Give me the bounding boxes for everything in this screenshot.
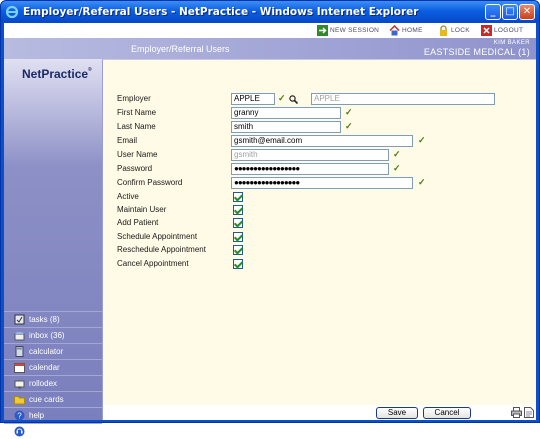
home-icon bbox=[389, 25, 400, 36]
sidebar-item-cue-cards[interactable]: cue cards bbox=[4, 391, 102, 407]
confirm-password-valid-icon: ✓ bbox=[418, 177, 426, 187]
page-title: Employer/Referral Users bbox=[131, 44, 230, 54]
logout-icon bbox=[481, 25, 492, 36]
sidebar-item-label: support bbox=[29, 427, 56, 436]
username-label: User Name bbox=[117, 150, 158, 159]
sidebar-item-label: calculator bbox=[29, 347, 64, 356]
employer-valid-icon: ✓ bbox=[278, 93, 286, 103]
first-name-valid-icon: ✓ bbox=[345, 107, 353, 117]
cancel-button[interactable]: Cancel bbox=[423, 407, 471, 419]
sidebar-item-label: cue cards bbox=[29, 395, 64, 404]
sidebar: NetPractice® tasks (8) inbox (36) calcul… bbox=[4, 59, 102, 437]
sidebar-item-support[interactable]: support bbox=[4, 423, 102, 439]
organization-name: EASTSIDE MEDICAL (1) bbox=[423, 47, 530, 57]
password-field[interactable]: ●●●●●●●●●●●●●●●●● bbox=[231, 163, 389, 175]
close-button[interactable]: ✕ bbox=[519, 4, 535, 20]
employer-code-field[interactable]: APPLE bbox=[231, 93, 275, 105]
home-link[interactable]: HOME bbox=[389, 24, 423, 37]
lock-icon bbox=[440, 25, 447, 36]
minimize-button[interactable]: _ bbox=[485, 4, 501, 20]
logout-label: LOGOUT bbox=[494, 27, 524, 34]
rolodex-icon bbox=[14, 380, 25, 389]
page-content: NEW SESSION HOME LOCK LOGOUT Employer/Re… bbox=[4, 23, 536, 437]
lock-label: LOCK bbox=[451, 27, 470, 34]
form-footer: Save Cancel bbox=[102, 405, 536, 420]
browser-window: Employer/Referral Users - NetPractice - … bbox=[0, 0, 540, 437]
search-icon[interactable] bbox=[289, 95, 298, 104]
password-label: Password bbox=[117, 164, 153, 173]
new-session-link[interactable]: NEW SESSION bbox=[317, 24, 379, 37]
reschedule-appointment-checkbox[interactable] bbox=[233, 245, 243, 255]
inbox-icon bbox=[14, 332, 25, 341]
sidebar-item-tasks[interactable]: tasks (8) bbox=[4, 311, 102, 327]
schedule-appointment-checkbox[interactable] bbox=[233, 232, 243, 242]
confirm-password-field[interactable]: ●●●●●●●●●●●●●●●●● bbox=[231, 177, 413, 189]
document-icon[interactable] bbox=[524, 407, 534, 418]
print-icon[interactable] bbox=[511, 407, 522, 418]
netpractice-logo: NetPractice® bbox=[22, 67, 92, 81]
maintain-user-label: Maintain User bbox=[117, 205, 167, 214]
reschedule-appointment-label: Reschedule Appointment bbox=[117, 245, 206, 254]
logout-link[interactable]: LOGOUT bbox=[481, 24, 523, 37]
confirm-password-label: Confirm Password bbox=[117, 178, 183, 187]
support-icon bbox=[14, 426, 25, 437]
calculator-icon bbox=[15, 346, 24, 357]
add-patient-checkbox[interactable] bbox=[233, 218, 243, 228]
employer-label: Employer bbox=[117, 94, 151, 103]
page-header: Employer/Referral Users KIM BAKER EASTSI… bbox=[4, 38, 536, 59]
top-toolbar: NEW SESSION HOME LOCK LOGOUT bbox=[4, 23, 536, 38]
home-label: HOME bbox=[402, 27, 423, 34]
calendar-icon bbox=[14, 363, 25, 373]
email-label: Email bbox=[117, 136, 138, 145]
password-valid-icon: ✓ bbox=[393, 163, 401, 173]
first-name-field[interactable]: granny bbox=[231, 107, 341, 119]
current-user: KIM BAKER bbox=[493, 40, 530, 46]
username-valid-icon: ✓ bbox=[393, 149, 401, 159]
sidebar-item-label: rollodex bbox=[29, 379, 58, 388]
save-button[interactable]: Save bbox=[376, 407, 418, 419]
last-name-field[interactable]: smith bbox=[231, 121, 341, 133]
cancel-appointment-checkbox[interactable] bbox=[233, 259, 243, 269]
sidebar-item-calendar[interactable]: calendar bbox=[4, 359, 102, 375]
maintain-user-checkbox[interactable] bbox=[233, 205, 243, 215]
username-field[interactable]: gsmith bbox=[231, 149, 389, 161]
cancel-appointment-label: Cancel Appointment bbox=[117, 259, 189, 268]
active-checkbox[interactable] bbox=[233, 192, 243, 202]
schedule-appointment-label: Schedule Appointment bbox=[117, 232, 198, 241]
lock-link[interactable]: LOCK bbox=[438, 24, 470, 37]
folder-icon bbox=[14, 396, 25, 405]
sidebar-item-label: tasks (8) bbox=[29, 315, 60, 324]
add-patient-label: Add Patient bbox=[117, 218, 159, 227]
help-icon: ? bbox=[14, 410, 25, 421]
svg-text:?: ? bbox=[17, 412, 22, 421]
sidebar-item-inbox[interactable]: inbox (36) bbox=[4, 327, 102, 343]
new-session-icon bbox=[317, 25, 328, 36]
tasks-icon bbox=[14, 314, 25, 325]
internet-explorer-icon bbox=[5, 5, 19, 19]
new-session-label: NEW SESSION bbox=[330, 27, 380, 34]
sidebar-item-label: inbox (36) bbox=[29, 331, 65, 340]
first-name-label: First Name bbox=[117, 108, 157, 117]
sidebar-item-calculator[interactable]: calculator bbox=[4, 343, 102, 359]
sidebar-item-label: calendar bbox=[29, 363, 60, 372]
window-title: Employer/Referral Users - NetPractice - … bbox=[23, 6, 419, 18]
active-label: Active bbox=[117, 192, 139, 201]
sidebar-nav: tasks (8) inbox (36) calculator calendar… bbox=[4, 311, 102, 439]
last-name-valid-icon: ✓ bbox=[345, 121, 353, 131]
sidebar-item-label: help bbox=[29, 411, 45, 420]
user-form: Employer APPLE ✓ APPLE First Name granny… bbox=[102, 59, 536, 405]
last-name-label: Last Name bbox=[117, 122, 156, 131]
email-field[interactable]: gsmith@email.com bbox=[231, 135, 413, 147]
sidebar-item-rollodex[interactable]: rollodex bbox=[4, 375, 102, 391]
employer-name-field[interactable]: APPLE bbox=[311, 93, 495, 105]
title-bar[interactable]: Employer/Referral Users - NetPractice - … bbox=[1, 1, 539, 23]
sidebar-item-help[interactable]: ? help bbox=[4, 407, 102, 423]
maximize-button[interactable]: □ bbox=[502, 4, 518, 20]
email-valid-icon: ✓ bbox=[418, 135, 426, 145]
